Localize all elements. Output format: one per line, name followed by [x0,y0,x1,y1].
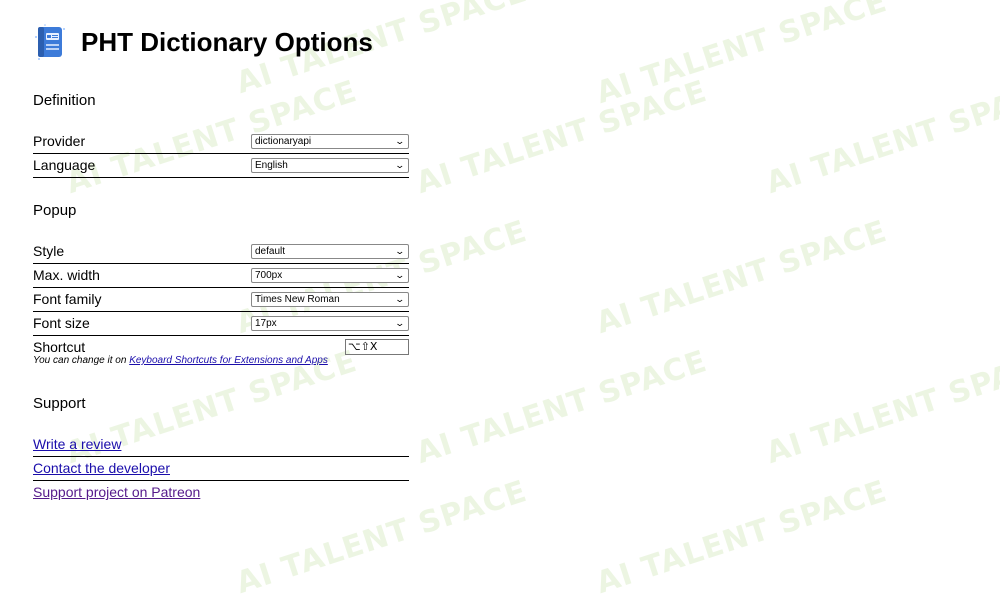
language-label: Language [33,157,96,173]
support-links: Write a review Contact the developer Sup… [33,433,409,504]
contact-developer-link[interactable]: Contact the developer [33,460,170,476]
style-label: Style [33,243,65,259]
options-content: Definition Provider dictionaryapi ⌄ Lang… [33,90,409,504]
options-page: AI TALENT SPACE AI TALENT SPACE AI TALEN… [0,0,1000,600]
shortcut-setting: Shortcut ⌥⇧X You can change it on Keyboa… [33,339,409,373]
chevron-down-icon: ⌄ [394,160,406,170]
page-header: PHT Dictionary Options [33,22,373,62]
watermark-text: AI TALENT SPACE [762,343,1000,472]
chevron-down-icon: ⌄ [394,136,406,146]
dictionary-book-icon [33,23,67,61]
watermark-text: AI TALENT SPACE [592,0,892,112]
language-select[interactable]: English ⌄ [251,158,409,173]
provider-value: dictionaryapi [255,136,312,147]
font-size-row: Font size 17px ⌄ [33,312,409,336]
watermark-text: AI TALENT SPACE [592,213,892,342]
watermark-text: AI TALENT SPACE [412,73,712,202]
provider-label: Provider [33,133,86,149]
support-link-row: Contact the developer [33,457,409,481]
chevron-down-icon: ⌄ [394,294,406,304]
patreon-link[interactable]: Support project on Patreon [33,484,200,500]
watermark-text: AI TALENT SPACE [412,343,712,472]
definition-settings: Provider dictionaryapi ⌄ Language Englis… [33,130,409,178]
shortcut-hint-text: You can change it on [33,355,130,366]
font-family-select[interactable]: Times New Roman ⌄ [251,292,409,307]
font-family-row: Font family Times New Roman ⌄ [33,288,409,312]
watermark-text: AI TALENT SPACE [592,473,892,600]
max-width-select[interactable]: 700px ⌄ [251,268,409,283]
style-select[interactable]: default ⌄ [251,244,409,259]
style-row: Style default ⌄ [33,240,409,264]
shortcut-label: Shortcut [33,339,86,355]
max-width-row: Max. width 700px ⌄ [33,264,409,288]
page-title: PHT Dictionary Options [81,26,373,57]
font-family-label: Font family [33,291,102,307]
write-review-link[interactable]: Write a review [33,436,121,452]
font-size-value: 17px [255,318,277,329]
max-width-value: 700px [255,270,283,281]
section-title-support: Support [33,395,86,412]
provider-row: Provider dictionaryapi ⌄ [33,130,409,154]
shortcut-hint: You can change it on Keyboard Shortcuts … [33,355,409,366]
shortcut-input[interactable]: ⌥⇧X [345,339,409,355]
support-link-row: Write a review [33,433,409,457]
chevron-down-icon: ⌄ [394,270,406,280]
provider-select[interactable]: dictionaryapi ⌄ [251,134,409,149]
section-title-popup: Popup [33,202,77,219]
chevron-down-icon: ⌄ [394,318,406,328]
support-link-row: Support project on Patreon [33,481,409,504]
section-title-definition: Definition [33,92,96,109]
font-size-select[interactable]: 17px ⌄ [251,316,409,331]
watermark-text: AI TALENT SPACE [762,73,1000,202]
keyboard-shortcuts-link[interactable]: Keyboard Shortcuts for Extensions and Ap… [129,355,328,366]
style-value: default [255,246,286,257]
chevron-down-icon: ⌄ [394,246,406,256]
font-size-label: Font size [33,315,90,331]
max-width-label: Max. width [33,267,100,283]
language-value: English [255,160,288,171]
shortcut-row: Shortcut ⌥⇧X [33,339,409,355]
language-row: Language English ⌄ [33,154,409,178]
popup-settings: Style default ⌄ Max. width 700px ⌄ Font … [33,240,409,373]
font-family-value: Times New Roman [255,294,340,305]
